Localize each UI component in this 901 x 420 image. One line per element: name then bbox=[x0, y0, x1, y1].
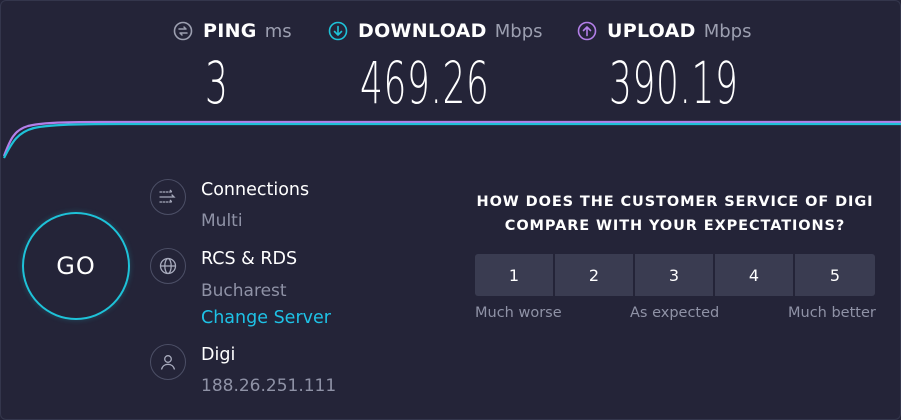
download-arrow-icon bbox=[328, 21, 348, 41]
connections-title: Connections bbox=[201, 180, 310, 200]
ping-unit: ms bbox=[264, 20, 292, 42]
ping-icon bbox=[173, 21, 193, 41]
rating-button-2[interactable]: 2 bbox=[555, 254, 633, 296]
upload-metric: UPLOAD Mbps 390.19 bbox=[577, 16, 752, 116]
scale-label-high: Much better bbox=[788, 305, 876, 321]
download-graph-line bbox=[3, 122, 901, 159]
speed-graph bbox=[2, 120, 901, 159]
user-icon bbox=[150, 344, 186, 380]
change-server-link[interactable]: Change Server bbox=[201, 308, 331, 328]
upload-graph-line bbox=[2, 120, 901, 157]
go-button[interactable]: GO bbox=[22, 212, 130, 320]
upload-arrow-icon bbox=[577, 21, 597, 41]
download-metric: DOWNLOAD Mbps 469.26 bbox=[328, 16, 543, 116]
provider-name: Digi bbox=[201, 345, 236, 365]
ping-metric: PING ms 3 bbox=[173, 16, 292, 116]
download-unit: Mbps bbox=[494, 20, 543, 42]
download-value: 469.26 bbox=[360, 49, 490, 117]
upload-unit: Mbps bbox=[703, 20, 752, 42]
server-name: RCS & RDS bbox=[201, 249, 298, 269]
upload-label: UPLOAD bbox=[607, 20, 696, 42]
rating-button-5[interactable]: 5 bbox=[795, 254, 875, 296]
globe-icon bbox=[150, 248, 186, 284]
ping-value: 3 bbox=[205, 49, 229, 117]
rating-button-3[interactable]: 3 bbox=[635, 254, 713, 296]
rating-scale: 1 2 3 4 5 bbox=[475, 254, 875, 296]
server-location: Bucharest bbox=[201, 281, 287, 301]
survey-question: HOW DOES THE CUSTOMER SERVICE OF DIGI CO… bbox=[470, 190, 880, 238]
upload-value: 390.19 bbox=[609, 49, 739, 117]
rating-button-1[interactable]: 1 bbox=[475, 254, 553, 296]
scale-label-low: Much worse bbox=[475, 305, 562, 321]
provider-ip: 188.26.251.111 bbox=[201, 376, 337, 396]
survey-question-line-1: HOW DOES THE CUSTOMER SERVICE OF DIGI bbox=[476, 194, 874, 210]
ping-label: PING bbox=[203, 20, 257, 42]
survey-question-line-2: COMPARE WITH YOUR EXPECTATIONS? bbox=[504, 218, 846, 234]
connections-icon bbox=[150, 179, 186, 215]
connections-value: Multi bbox=[201, 211, 243, 231]
rating-button-4[interactable]: 4 bbox=[715, 254, 793, 296]
scale-label-mid: As expected bbox=[630, 305, 720, 321]
download-label: DOWNLOAD bbox=[358, 20, 487, 42]
